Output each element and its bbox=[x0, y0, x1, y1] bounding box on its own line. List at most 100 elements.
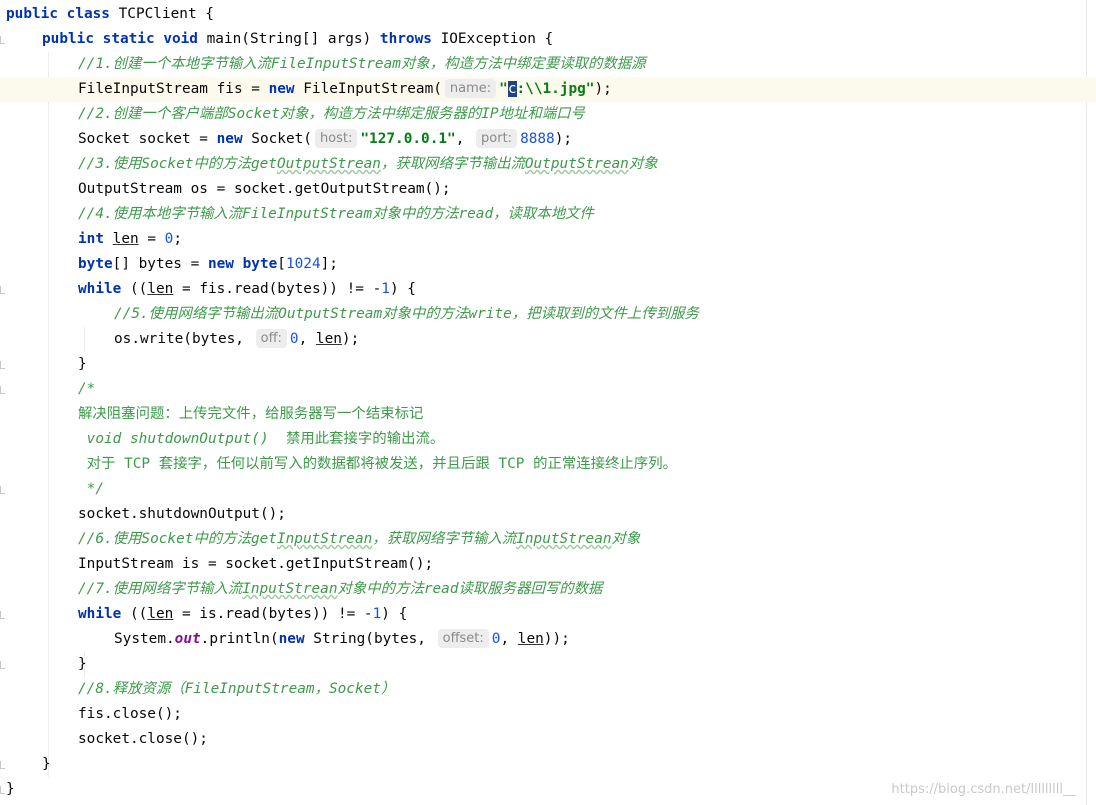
code-line[interactable]: OutputStream os = socket.getOutputStream… bbox=[0, 177, 1096, 202]
code-token: //1.创建一个本地字节输入流FileInputStream对象，构造方法中绑定… bbox=[78, 56, 646, 72]
code-line[interactable]: int len = 0; bbox=[0, 227, 1096, 252]
code-line[interactable]: byte[] bytes = new byte[1024]; bbox=[0, 252, 1096, 277]
parameter-hint: name: bbox=[444, 79, 497, 98]
code-token: /* bbox=[78, 381, 96, 397]
code-text: */ bbox=[78, 477, 104, 502]
code-line[interactable]: } bbox=[0, 752, 1096, 777]
code-line[interactable]: while ((len = fis.read(bytes)) != -1) { bbox=[0, 277, 1096, 302]
code-token: */ bbox=[78, 481, 104, 497]
code-line[interactable]: socket.shutdownOutput(); bbox=[0, 502, 1096, 527]
code-text: 对于 TCP 套接字，任何以前写入的数据都将被发送，并且后跟 TCP 的正常连接… bbox=[78, 452, 677, 477]
code-token: , bbox=[455, 131, 474, 147]
fold-marker-icon[interactable] bbox=[0, 286, 5, 294]
code-text: public class TCPClient { bbox=[6, 2, 214, 27]
code-token: void shutdownOutput() bbox=[86, 431, 269, 447]
fold-marker-icon[interactable] bbox=[0, 786, 5, 794]
parameter-hint: host: bbox=[314, 129, 358, 148]
code-token: 解决阻塞问题：上传完文件，给服务器写一个结束标记 bbox=[78, 406, 424, 422]
parameter-hint: port: bbox=[476, 129, 518, 148]
code-line[interactable]: //7.使用网络字节输入流InputStrean对象中的方法read读取服务器回… bbox=[0, 577, 1096, 602]
code-line[interactable]: //8.释放资源（FileInputStream，Socket） bbox=[0, 677, 1096, 702]
code-token: class bbox=[66, 6, 110, 22]
code-token: new bbox=[268, 81, 295, 97]
code-line[interactable]: socket.close(); bbox=[0, 727, 1096, 752]
code-line[interactable]: //4.使用本地字节输入流FileInputStream对象中的方法read，读… bbox=[0, 202, 1096, 227]
code-line[interactable]: while ((len = is.read(bytes)) != -1) { bbox=[0, 602, 1096, 627]
code-token: 对象 bbox=[611, 531, 641, 547]
code-token: //2.创建一个客户端部Socket对象，构造方法中绑定服务器的IP地址和端口号 bbox=[78, 106, 585, 122]
code-line[interactable]: //6.使用Socket中的方法getInputStrean，获取网络字节输入流… bbox=[0, 527, 1096, 552]
code-line[interactable]: public static void main(String[] args) t… bbox=[0, 27, 1096, 52]
code-line[interactable]: //3.使用Socket中的方法getOutputStrean，获取网络字节输出… bbox=[0, 152, 1096, 177]
code-token: )); bbox=[543, 631, 570, 647]
code-line[interactable]: } bbox=[0, 652, 1096, 677]
code-token: TCPClient { bbox=[109, 6, 214, 22]
fold-marker-icon[interactable] bbox=[0, 661, 5, 669]
code-text: } bbox=[78, 352, 87, 377]
code-line[interactable]: void shutdownOutput() 禁用此套接字的输出流。 bbox=[0, 427, 1096, 452]
code-token: ) { bbox=[381, 606, 408, 622]
fold-marker-icon[interactable] bbox=[0, 761, 5, 769]
code-token: :\\1.jpg" bbox=[516, 81, 595, 97]
code-token: //3.使用Socket中的方法get bbox=[78, 156, 277, 172]
current-code-line[interactable]: FileInputStream fis = new FileInputStrea… bbox=[0, 77, 1096, 102]
code-token: //8.释放资源（FileInputStream，Socket） bbox=[78, 681, 396, 697]
code-token: } bbox=[42, 756, 51, 772]
code-line[interactable]: /* bbox=[0, 377, 1096, 402]
code-token: } bbox=[6, 781, 15, 797]
code-token: System. bbox=[114, 631, 175, 647]
code-text: /* bbox=[78, 377, 95, 402]
code-text: } bbox=[78, 652, 87, 677]
code-token: 对象 bbox=[628, 156, 658, 172]
fold-marker-icon[interactable] bbox=[0, 611, 5, 619]
fold-marker-icon[interactable] bbox=[0, 361, 5, 369]
fold-marker-icon[interactable] bbox=[0, 486, 5, 494]
fold-marker-icon[interactable] bbox=[0, 36, 5, 44]
code-text: int len = 0; bbox=[78, 227, 182, 252]
code-text: FileInputStream fis = new FileInputStrea… bbox=[78, 77, 612, 102]
code-token: byte bbox=[242, 256, 278, 272]
code-editor[interactable]: public class TCPClient {public static vo… bbox=[0, 0, 1096, 805]
code-text: while ((len = is.read(bytes)) != -1) { bbox=[78, 602, 407, 627]
code-line[interactable]: //5.使用网络字节输出流OutputStream对象中的方法write，把读取… bbox=[0, 302, 1096, 327]
code-token: len bbox=[315, 331, 342, 347]
code-line[interactable]: fis.close(); bbox=[0, 702, 1096, 727]
code-text: } bbox=[6, 777, 15, 802]
code-token: public bbox=[42, 31, 94, 47]
code-line[interactable]: } bbox=[0, 352, 1096, 377]
code-token: 8888 bbox=[520, 131, 555, 147]
code-line[interactable]: 对于 TCP 套接字，任何以前写入的数据都将被发送，并且后跟 TCP 的正常连接… bbox=[0, 452, 1096, 477]
code-line[interactable]: //1.创建一个本地字节输入流FileInputStream对象，构造方法中绑定… bbox=[0, 52, 1096, 77]
code-line[interactable]: os.write(bytes, off: 0, len); bbox=[0, 327, 1096, 352]
code-token: .println( bbox=[200, 631, 279, 647]
code-token: throws bbox=[379, 31, 432, 47]
code-token: } bbox=[78, 656, 87, 672]
code-line[interactable]: Socket socket = new Socket(host: "127.0.0… bbox=[0, 127, 1096, 152]
code-line[interactable]: System.out.println(new String(bytes, off… bbox=[0, 627, 1096, 652]
code-text: OutputStream os = socket.getOutputStream… bbox=[78, 177, 451, 202]
code-token: (( bbox=[121, 606, 148, 622]
code-line[interactable]: //2.创建一个客户端部Socket对象，构造方法中绑定服务器的IP地址和端口号 bbox=[0, 102, 1096, 127]
code-text: System.out.println(new String(bytes, off… bbox=[114, 627, 570, 652]
code-text: 解决阻塞问题：上传完文件，给服务器写一个结束标记 bbox=[78, 402, 423, 427]
code-token: len bbox=[147, 281, 174, 297]
code-line[interactable]: */ bbox=[0, 477, 1096, 502]
code-token: InputStrean bbox=[242, 581, 338, 597]
code-line[interactable]: 解决阻塞问题：上传完文件，给服务器写一个结束标记 bbox=[0, 402, 1096, 427]
code-line[interactable]: InputStream is = socket.getInputStream()… bbox=[0, 552, 1096, 577]
fold-marker-icon[interactable] bbox=[0, 386, 5, 394]
code-token: = bbox=[138, 231, 165, 247]
code-line[interactable]: public class TCPClient { bbox=[0, 2, 1096, 27]
code-token: , bbox=[500, 631, 518, 647]
code-token: OutputStrean bbox=[524, 156, 629, 172]
code-text: public static void main(String[] args) t… bbox=[42, 27, 553, 52]
code-token: ); bbox=[341, 331, 360, 347]
code-token: fis.close(); bbox=[78, 706, 182, 722]
code-token: , bbox=[298, 331, 316, 347]
code-token: socket.close(); bbox=[78, 731, 208, 747]
code-token: byte bbox=[78, 256, 113, 272]
